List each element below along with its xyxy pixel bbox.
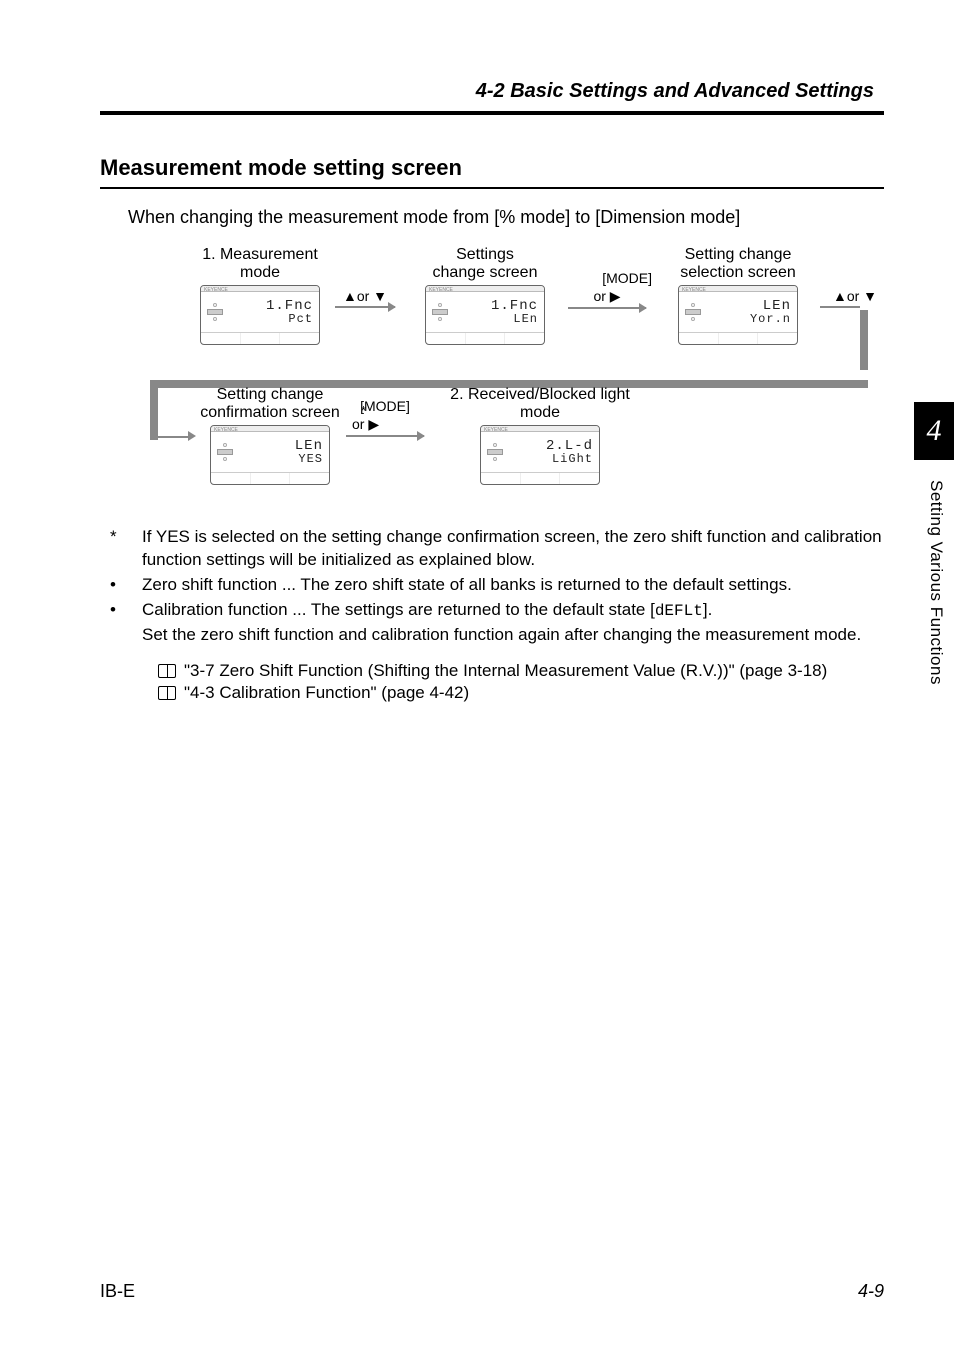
chapter-tab: 4 [914, 402, 954, 460]
device-4: KEYENCE LEnYES [210, 425, 330, 485]
note-continuation: Set the zero shift function and calibrat… [100, 624, 884, 647]
note2-text: Zero shift function ... The zero shift s… [142, 574, 884, 597]
node-selection-screen: Setting changeselection screen KEYENCE L… [658, 246, 818, 345]
node-confirmation-screen: Setting change confirmation screen * KEY… [180, 386, 360, 485]
note-asterisk: * If YES is selected on the setting chan… [100, 526, 884, 572]
section-rule [100, 187, 884, 189]
device4-line2: YES [298, 453, 323, 465]
ref-1: "3-7 Zero Shift Function (Shifting the I… [158, 661, 884, 681]
connector-2-3: [MODE] or ▶ [562, 270, 652, 309]
flow-return-down [860, 310, 868, 370]
device2-line1: 1.Fnc [491, 299, 538, 313]
connector-1-2: ▲or ▼ [330, 288, 400, 308]
connector45-mode: [MODE] [340, 398, 430, 414]
node5-label2: mode [520, 404, 560, 421]
device-1: KEYENCE 1.FncPct [200, 285, 320, 345]
node-measurement-mode: 1. Measurementmode KEYENCE 1.FncPct [180, 246, 340, 345]
ref2-text: "4-3 Calibration Function" (page 4-42) [184, 683, 469, 703]
node3-label2: selection screen [680, 264, 796, 281]
device-2: KEYENCE 1.FncLEn [425, 285, 545, 345]
note3-code: dEFLt [655, 602, 703, 620]
note1-text: If YES is selected on the setting change… [142, 526, 884, 572]
chapter-label: Setting Various Functions [926, 480, 946, 685]
device-5: KEYENCE 2.L-dLiGht [480, 425, 600, 485]
node5-label1: 2. Received/Blocked light [450, 386, 630, 403]
device2-line2: LEn [513, 313, 538, 325]
flow-return-up [150, 380, 158, 440]
book-icon [158, 686, 176, 700]
ref1-text: "3-7 Zero Shift Function (Shifting the I… [184, 661, 827, 681]
notes-block: * If YES is selected on the setting chan… [100, 526, 884, 647]
note-bullet-zero-shift: • Zero shift function ... The zero shift… [100, 574, 884, 597]
section-title: Measurement mode setting screen [100, 155, 884, 181]
node-received-blocked: 2. Received/Blocked lightmode KEYENCE 2.… [430, 386, 650, 485]
footer: IB-E 4-9 [100, 1281, 884, 1302]
device1-line1: 1.Fnc [266, 299, 313, 313]
note3b-text: ]. [703, 600, 712, 619]
connector23-mode: [MODE] [562, 270, 652, 286]
note4-text: Set the zero shift function and calibrat… [142, 624, 884, 647]
connector-4-5: [MODE] or ▶ [340, 398, 430, 437]
note-bullet-calibration: • Calibration function ... The settings … [100, 599, 884, 623]
device1-line2: Pct [288, 313, 313, 325]
node2-label1: Settings [456, 246, 514, 263]
book-icon [158, 664, 176, 678]
references: "3-7 Zero Shift Function (Shifting the I… [158, 661, 884, 703]
ref-2: "4-3 Calibration Function" (page 4-42) [158, 683, 884, 703]
node-settings-change: Settingschange screen KEYENCE 1.FncLEn [405, 246, 565, 345]
running-header: 4-2 Basic Settings and Advanced Settings [100, 80, 884, 103]
node1-label2: mode [240, 264, 280, 281]
header-rule [100, 111, 884, 115]
device5-line1: 2.L-d [546, 439, 593, 453]
intro-text: When changing the measurement mode from … [128, 207, 884, 228]
device3-line2: Yor.n [750, 313, 791, 325]
device4-line1: LEn [295, 439, 323, 453]
connector3r-label: ▲or ▼ [820, 288, 890, 304]
device-3: KEYENCE LEnYor.n [678, 285, 798, 345]
connector-3-right: ▲or ▼ [820, 288, 890, 308]
device3-line1: LEn [763, 299, 791, 313]
device5-line2: LiGht [552, 453, 593, 465]
flow-row-1: 1. Measurementmode KEYENCE 1.FncPct ▲or … [180, 246, 884, 376]
node1-label1: 1. Measurement [202, 246, 318, 263]
node4-label2: confirmation screen [200, 404, 340, 421]
node3-label1: Setting change [685, 246, 792, 263]
note3a-text: Calibration function ... The settings ar… [142, 600, 655, 619]
node4-label1: Setting change [217, 386, 324, 403]
footer-doc-id: IB-E [100, 1281, 135, 1302]
flow-row-2: Setting change confirmation screen * KEY… [180, 386, 884, 516]
footer-page-number: 4-9 [858, 1281, 884, 1302]
node2-label2: change screen [433, 264, 538, 281]
